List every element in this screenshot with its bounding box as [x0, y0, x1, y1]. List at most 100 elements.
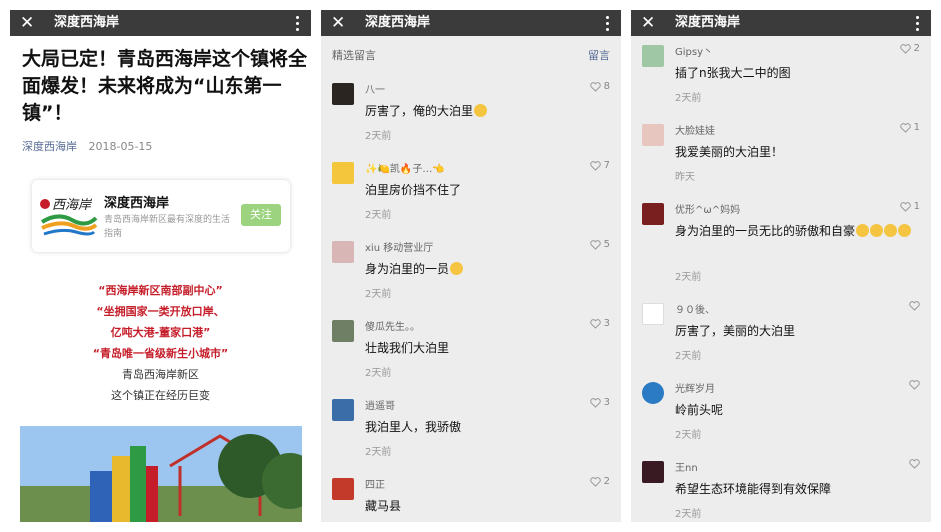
smile-emoji-icon	[870, 224, 884, 237]
comment-text: 泊里房价挡不住了	[365, 183, 462, 197]
account-logo: 西海岸	[40, 198, 98, 236]
close-icon[interactable]: ✕	[331, 13, 349, 33]
avatar[interactable]	[642, 203, 664, 225]
close-icon[interactable]: ✕	[20, 13, 38, 33]
avatar[interactable]	[332, 83, 354, 105]
heart-icon	[589, 476, 601, 487]
top-bar: ✕ 深度西海岸	[631, 10, 931, 36]
like-button[interactable]	[909, 301, 920, 311]
page-title: 深度西海岸	[365, 15, 431, 30]
comment-item: 四正 2 藏马县	[321, 473, 621, 522]
article-meta: 深度西海岸 2018-05-15	[22, 138, 152, 154]
like-button[interactable]	[909, 380, 920, 390]
like-button[interactable]: 1	[899, 201, 920, 212]
like-button[interactable]: 3	[589, 397, 610, 408]
commenter-name: 优形^ω^妈妈	[675, 205, 741, 216]
comment-item: 光辉岁月 岭前头呢 2天前	[631, 377, 931, 456]
avatar[interactable]	[642, 382, 664, 404]
highlight-line: “西海岸新区南部副中心”	[98, 284, 223, 297]
heart-icon	[909, 301, 920, 311]
comment-text: 我爱美丽的大泊里！	[675, 145, 784, 159]
article-panel: ✕ 深度西海岸 大局已定！青岛西海岸这个镇将全面爆发！未来将成为“山东第一镇”！…	[10, 10, 311, 522]
highlight-line: “坐拥国家一类开放口岸、	[96, 305, 225, 318]
like-button[interactable]: 5	[589, 239, 610, 250]
like-button[interactable]	[909, 459, 920, 469]
section-title: 精选留言	[332, 49, 376, 62]
smile-emoji-icon	[450, 262, 464, 275]
like-count: 2	[603, 476, 610, 487]
like-button[interactable]: 1	[899, 122, 920, 133]
avatar[interactable]	[332, 241, 354, 263]
comment-time: 2天前	[365, 368, 392, 379]
comment-time: 2天前	[675, 272, 702, 283]
comment-time: 2天前	[365, 131, 392, 142]
heart-icon	[589, 397, 601, 408]
like-count: 1	[913, 122, 920, 133]
avatar[interactable]	[332, 399, 354, 421]
comment-item: 傻瓜先生。。 3 壮哉我们大泊里 2天前	[321, 315, 621, 394]
thumbs-up-emoji-icon	[474, 104, 488, 117]
avatar[interactable]	[332, 162, 354, 184]
heart-icon	[589, 239, 601, 250]
avatar[interactable]	[332, 320, 354, 342]
logo-text: 西海岸	[52, 198, 93, 213]
comment-item: xiu 移动营业厅 5 身为泊里的一员 2天前	[321, 236, 621, 315]
commenter-name: 王nn	[675, 463, 698, 474]
comment-item: Gipsy丶 2 插了n张我大二中的图 2天前	[631, 40, 931, 119]
commenter-name: 大脸娃娃	[675, 126, 715, 137]
article-title: 大局已定！青岛西海岸这个镇将全面爆发！未来将成为“山东第一镇”！	[22, 48, 308, 124]
comment-text: 身为泊里的一员	[365, 258, 603, 280]
heart-icon	[899, 201, 911, 212]
comment-time: 2天前	[675, 93, 702, 104]
avatar[interactable]	[642, 124, 664, 146]
body-line: 这个镇正在经历巨变	[111, 389, 210, 402]
comment-item: 王nn 希望生态环境能得到有效保障 2天前	[631, 456, 931, 522]
top-bar: ✕ 深度西海岸	[10, 10, 311, 36]
commenter-name: xiu 移动营业厅	[365, 243, 434, 254]
comment-item: 逍遥哥 3 我泊里人，我骄傲 2天前	[321, 394, 621, 473]
like-button[interactable]: 2	[589, 476, 610, 487]
like-button[interactable]: 8	[589, 81, 610, 92]
account-description: 青岛西海岸新区最有深度的生活指南	[104, 215, 231, 239]
commenter-name: 逍遥哥	[365, 401, 395, 412]
commenter-name: 光辉岁月	[675, 384, 715, 395]
avatar[interactable]	[332, 478, 354, 500]
commenter-name: Gipsy丶	[675, 47, 714, 58]
heart-icon	[899, 122, 911, 133]
like-count: 8	[603, 81, 610, 92]
comment-item: ９０後、 厉害了，美丽的大泊里 2天前	[631, 298, 931, 377]
like-button[interactable]: 2	[899, 43, 920, 54]
write-comment-link[interactable]: 留言	[588, 47, 610, 63]
body-line: 青岛西海岸新区	[122, 368, 199, 381]
comment-time: 2天前	[675, 509, 702, 520]
avatar[interactable]	[642, 461, 664, 483]
heart-icon	[909, 459, 920, 469]
comments-panel-2: ✕ 深度西海岸 Gipsy丶 2 插了n张我大二中的图 2天前 大脸娃娃 1 我…	[631, 10, 931, 522]
commenter-name: 八一	[365, 85, 385, 96]
avatar[interactable]	[642, 45, 664, 67]
comment-text: 身为泊里的一员无比的骄傲和自豪	[675, 220, 913, 242]
article-body: “西海岸新区南部副中心” “坐拥国家一类开放口岸、 亿吨大港-董家口港” “青岛…	[20, 280, 301, 406]
commenter-name: ✨🍋凯🔥子…👈	[365, 164, 445, 175]
smile-emoji-icon	[898, 224, 912, 237]
follow-button[interactable]: 关注	[241, 204, 281, 226]
publish-date: 2018-05-15	[88, 140, 153, 153]
commenter-name: ９０後、	[675, 305, 715, 316]
close-icon[interactable]: ✕	[641, 13, 659, 33]
avatar[interactable]	[642, 303, 664, 325]
smile-emoji-icon	[856, 224, 870, 237]
like-button[interactable]: 3	[589, 318, 610, 329]
like-button[interactable]: 7	[589, 160, 610, 171]
comment-time: 2天前	[365, 447, 392, 458]
heart-icon	[899, 43, 911, 54]
account-link[interactable]: 深度西海岸	[22, 140, 77, 153]
comment-time: 2天前	[365, 289, 392, 300]
top-bar: ✕ 深度西海岸	[321, 10, 621, 36]
comment-text: 壮哉我们大泊里	[365, 341, 450, 355]
more-icon[interactable]	[293, 13, 301, 33]
more-icon[interactable]	[913, 13, 921, 33]
account-card[interactable]: 西海岸 深度西海岸 青岛西海岸新区最有深度的生活指南 关注	[32, 180, 290, 252]
more-icon[interactable]	[603, 13, 611, 33]
comment-time: 2天前	[675, 430, 702, 441]
heart-icon	[589, 81, 601, 92]
